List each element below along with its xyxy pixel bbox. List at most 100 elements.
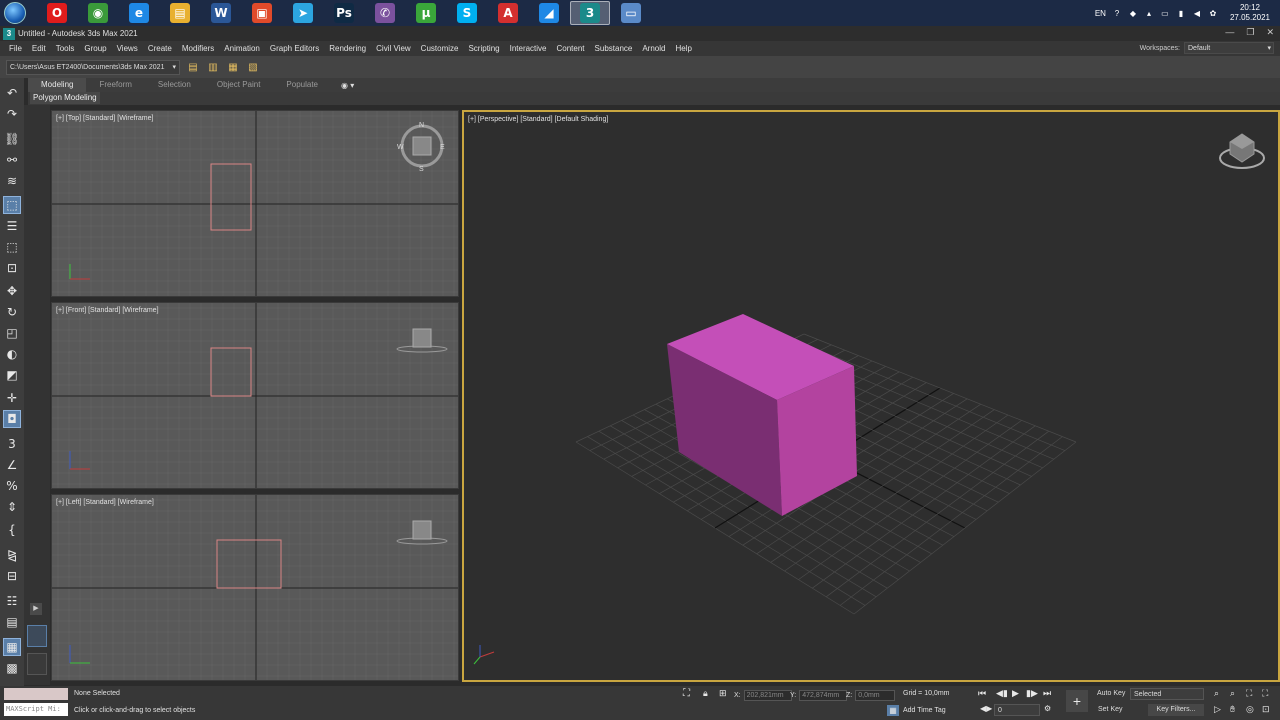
next-frame-icon[interactable]: ▮▶ (1026, 688, 1038, 699)
project-path-dropdown[interactable]: C:\Users\Asus ET2400\Documents\3ds Max 2… (6, 59, 180, 75)
taskbar-app-viber[interactable]: ✆ (365, 1, 405, 25)
scale-icon[interactable]: ◰ (3, 324, 21, 342)
select-object-icon[interactable]: ⬚ (3, 196, 21, 214)
absolute-mode-icon[interactable]: ⊞ (719, 688, 727, 699)
isolate-selection-icon[interactable]: ⛶ (683, 688, 690, 699)
select-manipulate-icon[interactable]: ◘ (3, 410, 21, 428)
network-icon[interactable]: ▮ (1176, 8, 1186, 18)
snaps-toggle-icon[interactable]: 3 (3, 435, 21, 453)
tab-object-paint[interactable]: Object Paint (204, 78, 274, 92)
taskbar-app-chrome[interactable]: ◉ (78, 1, 118, 25)
viewport-left-label[interactable]: [+] [Left] [Standard] [Wireframe] (56, 499, 154, 506)
menu-modifiers[interactable]: Modifiers (177, 41, 219, 56)
menu-interactive[interactable]: Interactive (505, 41, 552, 56)
taskbar-app-sketchbook[interactable]: ◢ (529, 1, 569, 25)
menu-content[interactable]: Content (552, 41, 590, 56)
dropbox-icon[interactable]: ◆ (1128, 8, 1138, 18)
zoom-icon[interactable]: ⌕ (1214, 688, 1219, 699)
workspaces-dropdown[interactable]: Default (1184, 42, 1274, 54)
ribbon-options-icon[interactable]: ◉ ▾ (341, 81, 354, 90)
viewport-front-label[interactable]: [+] [Front] [Standard] [Wireframe] (56, 307, 159, 314)
menu-substance[interactable]: Substance (590, 41, 638, 56)
render-setup-icon[interactable]: ▩ (3, 659, 21, 677)
menu-customize[interactable]: Customize (416, 41, 464, 56)
viewport-front[interactable]: [+] [Front] [Standard] [Wireframe] (51, 302, 459, 489)
y-field[interactable]: 472,874mm (799, 690, 848, 701)
taskbar-app-explorer[interactable]: ▤ (160, 1, 200, 25)
key-mode-icon[interactable]: ◀▶ (980, 704, 992, 713)
tab-freeform[interactable]: Freeform (86, 78, 144, 92)
polygon-modeling-panel[interactable]: Polygon Modeling (30, 92, 100, 104)
volume-icon[interactable]: ◀ (1192, 8, 1202, 18)
start-button[interactable] (0, 0, 30, 26)
settings-icon[interactable]: ✿ (1208, 8, 1218, 18)
selected-dropdown[interactable]: Selected (1130, 688, 1204, 700)
maxscript-mini-listener[interactable]: MAXScript Mi: (4, 703, 68, 716)
language-indicator[interactable]: EN (1095, 9, 1106, 18)
taskbar-app-ie[interactable]: e (119, 1, 159, 25)
zoom-extents-icon[interactable]: ⛶ (1246, 688, 1252, 699)
unlink-icon[interactable]: ⚯ (3, 151, 21, 169)
mirror-icon[interactable]: ⧎ (3, 546, 21, 564)
link-icon[interactable]: ⛓ (3, 130, 21, 148)
time-configuration-icon[interactable]: ⚙ (1044, 704, 1051, 713)
menu-civil-view[interactable]: Civil View (371, 41, 416, 56)
viewport-perspective[interactable]: [+] [Perspective] [Standard] [Default Sh… (462, 110, 1280, 682)
battery-icon[interactable]: ▭ (1160, 8, 1170, 18)
selection-lock-icon[interactable]: 🔒︎ (703, 688, 708, 699)
zoom-all-icon[interactable]: ⌕ (1230, 688, 1235, 699)
edit-named-selection-icon[interactable]: { (3, 521, 21, 539)
auto-key-button[interactable]: Auto Key (1094, 688, 1128, 700)
taskbar-app-utorrent[interactable]: μ (406, 1, 446, 25)
taskbar-app-skype[interactable]: S (447, 1, 487, 25)
add-time-tag-button[interactable]: Add Time Tag (903, 707, 946, 714)
align-icon[interactable]: ⊟ (3, 567, 21, 585)
x-field[interactable]: 202,821mm (743, 690, 792, 701)
z-field[interactable]: 0,0mm (855, 690, 896, 701)
rotate-icon[interactable]: ↻ (3, 303, 21, 321)
viewport-perspective-label[interactable]: [+] [Perspective] [Standard] [Default Sh… (468, 116, 608, 123)
menu-create[interactable]: Create (143, 41, 177, 56)
taskbar-app-autocad[interactable]: A (488, 1, 528, 25)
undo-icon[interactable]: ↶ (3, 84, 21, 102)
toggle-scene-explorer-icon[interactable]: ▦ (3, 638, 21, 656)
transform-center-icon[interactable]: ✛ (3, 389, 21, 407)
menu-edit[interactable]: Edit (27, 41, 51, 56)
key-filters-button[interactable]: Key Filters... (1148, 704, 1204, 716)
angle-snap-icon[interactable]: ∠ (3, 456, 21, 474)
taskbar-app-pdf[interactable]: ▣ (242, 1, 282, 25)
scene-explorer-icon[interactable]: ☷ (3, 592, 21, 610)
previous-frame-icon[interactable]: ◀▮ (996, 688, 1008, 699)
tab-selection[interactable]: Selection (145, 78, 204, 92)
viewport-top[interactable]: [+] [Top] [Standard] [Wireframe] N S W E (51, 110, 459, 297)
pan-icon[interactable]: ✋︎ (1230, 704, 1235, 715)
zoom-extents-all-icon[interactable]: ⛶ (1262, 688, 1268, 699)
go-to-start-icon[interactable]: ⏮ (978, 688, 986, 699)
time-tag-icon[interactable]: ▦ (887, 705, 899, 716)
go-to-end-icon[interactable]: ⏭ (1043, 688, 1051, 699)
move-icon[interactable]: ✥ (3, 282, 21, 300)
spinner-snap-icon[interactable]: ⇕ (3, 498, 21, 516)
tab-populate[interactable]: Populate (273, 78, 331, 92)
tab-modeling[interactable]: Modeling (28, 78, 87, 92)
set-key-button[interactable]: Set Key (1095, 704, 1126, 716)
current-frame-field[interactable]: 0 (994, 704, 1040, 716)
close-button[interactable]: ✕ (1266, 27, 1274, 38)
percent-snap-icon[interactable]: % (3, 477, 21, 495)
menu-rendering[interactable]: Rendering (324, 41, 371, 56)
viewport-layout-tab[interactable] (27, 653, 47, 675)
folder-settings-icon[interactable]: ▧ (246, 60, 260, 74)
clock[interactable]: 20:12 27.05.2021 (1230, 3, 1270, 23)
field-of-view-icon[interactable]: ▷ (1214, 704, 1221, 715)
taskbar-app-remote-desktop[interactable]: ▭ (611, 1, 651, 25)
menu-graph-editors[interactable]: Graph Editors (265, 41, 324, 56)
menu-animation[interactable]: Animation (219, 41, 265, 56)
redo-icon[interactable]: ↷ (3, 105, 21, 123)
orbit-icon[interactable]: ◎ (1246, 704, 1254, 715)
minimize-button[interactable]: — (1225, 27, 1234, 38)
viewport-layout-tab-active[interactable] (27, 625, 47, 647)
taskbar-app-opera[interactable]: O (37, 1, 77, 25)
menu-help[interactable]: Help (670, 41, 696, 56)
select-by-name-icon[interactable]: ☰ (3, 217, 21, 235)
viewport-top-label[interactable]: [+] [Top] [Standard] [Wireframe] (56, 115, 153, 122)
